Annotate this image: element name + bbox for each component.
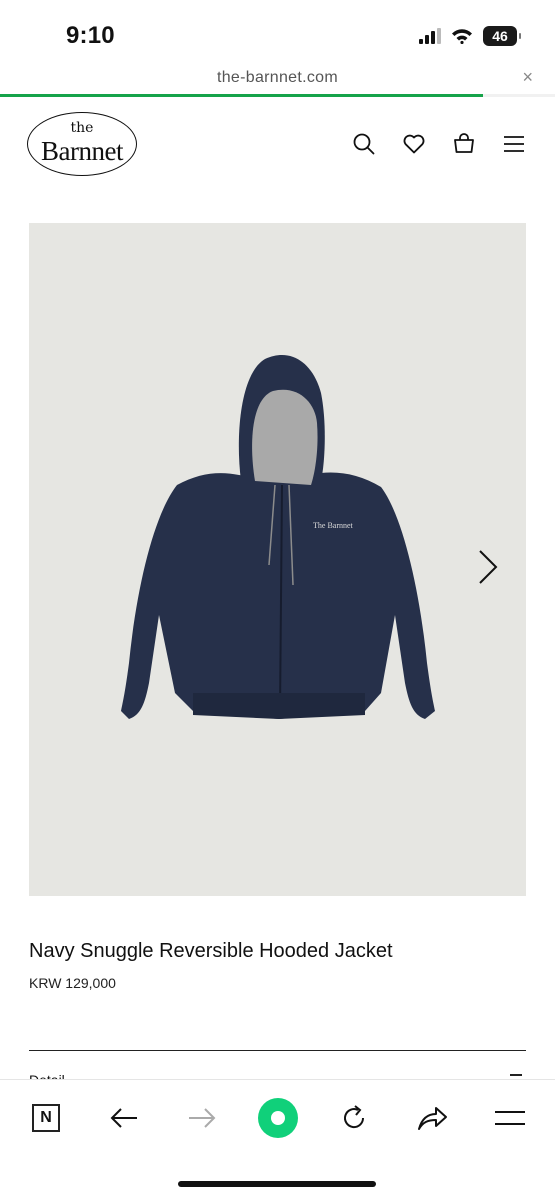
status-time: 9:10 xyxy=(66,22,115,49)
collapse-icon[interactable] xyxy=(510,1074,522,1076)
shopping-bag-icon[interactable] xyxy=(451,131,477,157)
logo-the-text: the xyxy=(70,120,94,136)
site-logo[interactable]: the Barnnet xyxy=(27,112,137,176)
forward-button[interactable] xyxy=(180,1096,224,1140)
heart-icon[interactable] xyxy=(401,131,427,157)
back-button[interactable] xyxy=(102,1096,146,1140)
share-button[interactable] xyxy=(410,1096,454,1140)
cellular-signal-icon xyxy=(419,28,441,44)
logo-name-text: Barnnet xyxy=(41,136,123,166)
home-button-icon xyxy=(258,1098,298,1138)
search-icon[interactable] xyxy=(351,131,377,157)
home-indicator xyxy=(178,1181,376,1187)
product-price: KRW 129,000 xyxy=(29,975,116,991)
wifi-icon xyxy=(452,29,472,44)
url-text[interactable]: the-barnnet.com xyxy=(0,69,555,87)
product-title: Navy Snuggle Reversible Hooded Jacket xyxy=(29,940,393,962)
status-icons: 46 xyxy=(419,24,521,48)
forward-icon xyxy=(189,1108,216,1128)
jacket-brand-print: The Barnnet xyxy=(313,521,353,530)
reload-icon xyxy=(344,1105,365,1129)
url-bar[interactable]: the-barnnet.com × xyxy=(0,62,555,98)
menu-icon[interactable] xyxy=(501,131,527,157)
battery-icon: 46 xyxy=(483,26,521,46)
divider xyxy=(29,1050,526,1051)
chevron-right-icon xyxy=(479,550,498,584)
product-image[interactable]: The Barnnet xyxy=(29,223,526,896)
share-icon xyxy=(418,1107,447,1130)
browser-menu-button[interactable] xyxy=(488,1096,532,1140)
close-icon[interactable]: × xyxy=(522,67,533,88)
jacket-illustration xyxy=(121,354,435,719)
carousel-next-button[interactable] xyxy=(470,545,504,589)
header-icons xyxy=(351,131,527,157)
site-header: the Barnnet xyxy=(0,98,555,198)
tabs-button[interactable]: N xyxy=(24,1096,68,1140)
reload-button[interactable] xyxy=(332,1096,376,1140)
page-load-progress-fill xyxy=(0,94,483,97)
tabs-icon: N xyxy=(32,1104,60,1132)
home-button[interactable] xyxy=(256,1096,300,1140)
back-icon xyxy=(110,1108,137,1128)
page-load-progress xyxy=(0,94,555,97)
menu-icon xyxy=(495,1111,525,1125)
status-bar: 9:10 46 xyxy=(0,0,555,62)
battery-level: 46 xyxy=(492,28,508,44)
